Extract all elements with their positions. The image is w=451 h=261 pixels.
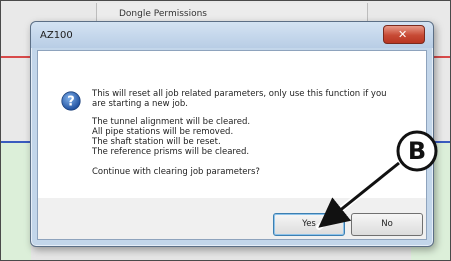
svg-text:?: ? bbox=[67, 95, 75, 110]
message-line-2: are starting a new job. bbox=[92, 99, 188, 109]
close-button[interactable]: ✕ bbox=[383, 25, 425, 44]
detail-reference-prisms: The reference prisms will be cleared. bbox=[92, 147, 250, 157]
detail-pipe-stations: All pipe stations will be removed. bbox=[92, 127, 234, 137]
close-icon: ✕ bbox=[398, 28, 408, 41]
dialog-client-area: ? This will reset all job related parame… bbox=[37, 50, 427, 240]
dialog-title-bar[interactable]: AZ100 ✕ bbox=[31, 22, 433, 48]
callout-label: B bbox=[407, 137, 427, 165]
detail-shaft-station: The shaft station will be reset. bbox=[92, 137, 221, 147]
dialog-title: AZ100 bbox=[40, 30, 73, 41]
no-button[interactable]: No bbox=[351, 213, 423, 236]
detail-tunnel-alignment: The tunnel alignment will be cleared. bbox=[92, 117, 251, 127]
confirmation-question: Continue with clearing job parameters? bbox=[92, 167, 260, 177]
background-tab-dongle-permissions[interactable]: Dongle Permissions bbox=[119, 9, 207, 19]
message-line-1: This will reset all job related paramete… bbox=[92, 89, 387, 99]
reset-job-dialog: AZ100 ✕ ? This will reset all job relate… bbox=[30, 21, 434, 247]
screenshot-frame: Dongle Permissions AZ100 ✕ ? This will r… bbox=[0, 0, 451, 261]
yes-button[interactable]: Yes bbox=[273, 213, 345, 236]
question-mark-icon: ? bbox=[61, 91, 81, 111]
